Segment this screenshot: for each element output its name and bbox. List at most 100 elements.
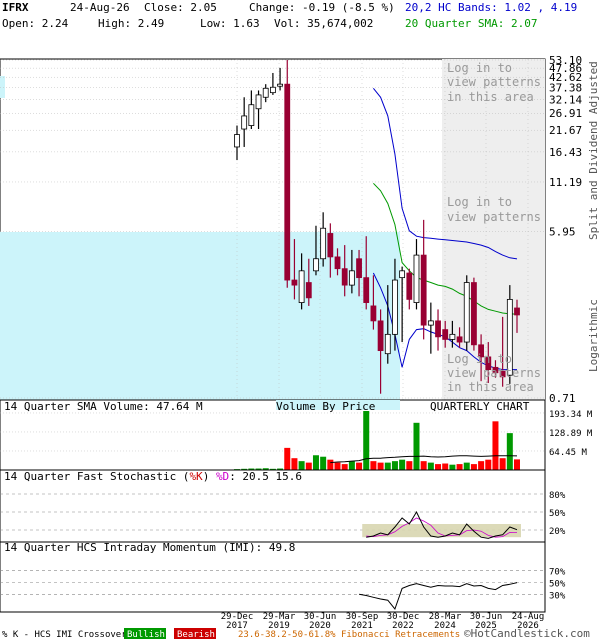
candle-body — [399, 270, 406, 279]
price-y-tick-label: 21.67 — [549, 124, 582, 137]
volume-bar — [291, 458, 298, 470]
candle-body — [377, 320, 384, 352]
login-text-line-1[interactable]: Log in to — [447, 195, 512, 209]
candle-body — [413, 254, 420, 303]
bearish-label: Bearish — [177, 630, 215, 640]
volume-y-tick-label: 128.89 M — [549, 429, 593, 439]
candle-body — [514, 307, 520, 316]
login-text-line-3[interactable]: in this area — [447, 380, 534, 394]
stochastic-title: 14 Quarter Fast Stochastic (%K) %D: 20.5… — [4, 470, 302, 483]
candle-body — [298, 270, 305, 303]
low-value: Low: 1.63 — [200, 17, 260, 30]
candle-body — [269, 86, 276, 94]
volume-bar — [449, 464, 456, 470]
candle-body — [370, 305, 377, 322]
candle-body — [348, 270, 355, 286]
candle-body — [392, 279, 398, 335]
ticker-symbol: IFRX — [2, 1, 29, 14]
quote-date: 24-Aug-26 — [70, 1, 130, 14]
volume-bar — [499, 458, 506, 470]
volume-bar — [506, 433, 513, 470]
volume-bar — [370, 461, 377, 470]
volume-bar — [420, 461, 427, 470]
price-y-tick-label: 32.14 — [549, 93, 582, 106]
candle-body — [255, 94, 262, 110]
candle-body — [463, 282, 470, 343]
volume-bar — [470, 464, 477, 470]
stochastic-y-tick-label: 50% — [549, 509, 566, 519]
momentum-y-tick-label: 30% — [549, 591, 566, 601]
candle-body — [341, 268, 348, 286]
price-y-tick-labels: 53.1047.8642.6237.3832.1426.9121.6716.43… — [549, 54, 582, 405]
stochastic-panel: 14 Quarter Fast Stochastic (%K) %D: 20.5… — [0, 469, 566, 543]
candle-body — [363, 277, 370, 303]
login-text-line-2[interactable]: view patterns — [447, 366, 541, 380]
momentum-title: 14 Quarter HCS Intraday Momentum (IMI): … — [4, 541, 295, 554]
volume-y-tick-label: 193.34 M — [549, 410, 593, 420]
login-text-line-3[interactable]: in this area — [447, 90, 534, 104]
volume-bar — [413, 422, 420, 470]
volume-bar — [478, 461, 485, 470]
volume-bar — [463, 462, 470, 470]
sma-label: 20 Quarter SMA: 2.07 — [405, 17, 537, 30]
volume-bar — [312, 455, 319, 470]
candle-body — [456, 336, 463, 343]
split-adjusted-label: Split and Dividend Adjusted — [587, 61, 600, 240]
volume-y-tick-label: 64.45 M — [549, 448, 588, 458]
login-text-line-2[interactable]: view patterns — [447, 75, 541, 89]
volume-bar — [284, 447, 291, 470]
volume-by-price-label: Volume By Price — [276, 400, 375, 413]
volume-bar — [456, 464, 463, 470]
stochastic-y-tick-label: 80% — [549, 491, 566, 501]
volume-panel: 14 Quarter SMA Volume: 47.64 M Volume By… — [0, 399, 593, 471]
candle-body — [313, 258, 319, 272]
stock-chart: IFRX 24-Aug-26 Close: 2.05 Change: -0.19… — [0, 1, 600, 640]
volume-bar — [305, 462, 312, 470]
momentum-panel: 14 Quarter HCS Intraday Momentum (IMI): … — [0, 541, 566, 613]
volume-bar — [391, 461, 398, 470]
change-value: Change: -0.19 (-8.5 %) — [249, 1, 395, 14]
candle-body — [356, 258, 362, 279]
fibonacci-label: 23.6-38.2-50-61.8% Fibonacci Retracement… — [238, 630, 460, 640]
volume-bar — [298, 461, 305, 470]
volume-bar — [377, 462, 384, 470]
volume-bar — [442, 463, 449, 470]
momentum-y-tick-labels: 70% 50%30% — [549, 568, 566, 602]
volume-bar — [427, 462, 434, 470]
candle-body — [384, 333, 391, 355]
candle-body — [327, 233, 334, 258]
volume-bar — [384, 462, 391, 470]
quarterly-chart-label: QUARTERLY CHART — [430, 400, 530, 413]
volume-bar — [320, 456, 327, 470]
login-text-line-1[interactable]: Log in to — [447, 352, 512, 366]
candle-body — [241, 115, 248, 130]
candle-body — [449, 333, 456, 340]
volume-bar — [356, 462, 363, 470]
price-y-tick-label: 26.91 — [549, 107, 582, 120]
candle-body — [234, 134, 240, 148]
price-y-tick-label: 11.19 — [549, 176, 582, 189]
volume-bar — [485, 459, 492, 470]
volume-bar — [334, 462, 341, 470]
candle-body — [435, 320, 441, 338]
login-text-line-2[interactable]: view patterns — [447, 210, 541, 224]
volume-bar — [348, 461, 355, 470]
volume-title: 14 Quarter SMA Volume: 47.64 M — [4, 400, 203, 413]
candle-body — [277, 83, 283, 87]
crossover-label: % K - HCS IMI Crossover, — [2, 630, 132, 640]
volume-bar — [435, 464, 442, 470]
momentum-y-tick-label: 70% — [549, 568, 566, 578]
volume-bar — [492, 421, 499, 470]
candle-body — [471, 282, 477, 346]
candle-body — [427, 320, 434, 326]
open-value: Open: 2.24 — [2, 17, 69, 30]
candle-body — [284, 83, 291, 281]
volume-bar — [406, 461, 413, 470]
high-value: High: 2.49 — [98, 17, 164, 30]
login-shade — [442, 59, 545, 400]
candle-body — [406, 272, 413, 300]
price-y-tick-label: 0.71 — [549, 392, 576, 405]
candle-body — [420, 254, 427, 326]
candle-body — [262, 87, 269, 98]
login-text-line-1[interactable]: Log in to — [447, 61, 512, 75]
